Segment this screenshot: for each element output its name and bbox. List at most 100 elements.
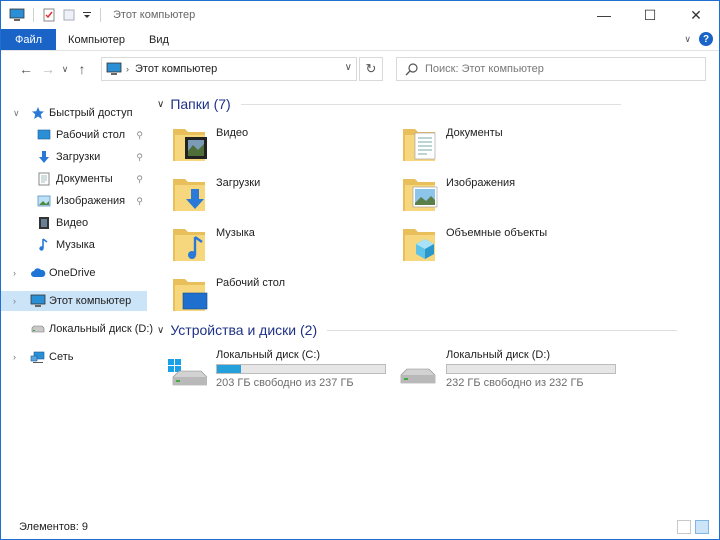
folder-item-3d-objects[interactable]: Объемные объекты (383, 221, 603, 267)
folder-label: Музыка (216, 227, 255, 239)
quick-access-toolbar (1, 8, 103, 22)
video-folder-icon (173, 129, 207, 161)
system-drive-icon (168, 359, 207, 386)
refresh-button[interactable]: ↻ (359, 57, 383, 81)
document-icon (38, 172, 50, 186)
help-button[interactable]: ? (699, 32, 713, 46)
sidebar-item-videos[interactable]: Видео (1, 213, 147, 233)
drive-item-d[interactable]: Локальный диск (D:) 232 ГБ свободно из 2… (383, 349, 616, 399)
back-button[interactable]: ← (15, 58, 37, 80)
sidebar-item-label: Документы (56, 173, 113, 185)
address-bar[interactable]: › Этот компьютер ∨ (101, 57, 357, 81)
sidebar-item-label: Загрузки (56, 151, 101, 163)
pin-icon: ⚲ (136, 129, 143, 140)
maximize-button[interactable]: ☐ (627, 1, 673, 29)
sidebar-item-quick-access[interactable]: ∨ Быстрый доступ (1, 103, 147, 123)
drive-usage-bar (446, 364, 616, 374)
chevron-down-icon[interactable]: ∨ (157, 325, 164, 336)
drive-label: Локальный диск (C:) (216, 349, 321, 361)
computer-icon (106, 62, 122, 75)
image-icon (37, 195, 51, 207)
navigation-bar: ← → ∨ ↑ › Этот компьютер ∨ ↻ Поиск: Этот… (1, 53, 719, 85)
drive-free-space: 232 ГБ свободно из 232 ГБ (446, 377, 584, 389)
sidebar-item-pictures[interactable]: Изображения ⚲ (1, 191, 147, 211)
address-dropdown-icon[interactable]: ∨ (345, 62, 352, 73)
star-icon (32, 107, 44, 119)
search-placeholder: Поиск: Этот компьютер (425, 63, 544, 75)
search-box[interactable]: Поиск: Этот компьютер (396, 57, 706, 81)
folder-label: Загрузки (216, 177, 261, 189)
sidebar-item-this-pc[interactable]: › Этот компьютер (1, 291, 147, 311)
chevron-down-icon[interactable]: ∨ (157, 99, 164, 110)
folder-item-pictures[interactable]: Изображения (383, 171, 603, 217)
music-icon (39, 238, 48, 251)
sidebar-item-label: Этот компьютер (49, 295, 132, 307)
properties-icon[interactable] (42, 8, 56, 22)
sidebar-item-downloads[interactable]: Загрузки ⚲ (1, 147, 147, 167)
tab-view[interactable]: Вид (137, 29, 181, 50)
download-icon (39, 151, 49, 163)
title-bar: Этот компьютер — ☐ ✕ (1, 1, 719, 29)
collapsed-chevron-icon[interactable]: › (13, 296, 16, 306)
folder-item-documents[interactable]: Документы (383, 121, 603, 167)
sidebar-item-drive-d[interactable]: Локальный диск (D:) (1, 319, 153, 339)
desktop-icon (37, 129, 51, 140)
drive-item-c[interactable]: Локальный диск (C:) 203 ГБ свободно из 2… (153, 349, 386, 399)
sidebar-item-documents[interactable]: Документы ⚲ (1, 169, 147, 189)
recent-locations-button[interactable]: ∨ (59, 58, 71, 80)
folders-group-header[interactable]: ∨ Папки (7) (157, 96, 717, 112)
customize-toolbar-icon[interactable] (82, 8, 92, 22)
up-button[interactable]: ↑ (71, 58, 93, 80)
sidebar-item-label: Быстрый доступ (49, 107, 133, 119)
sidebar-item-network[interactable]: › Сеть (1, 347, 147, 367)
folder-item-music[interactable]: Музыка (153, 221, 373, 267)
sidebar-item-desktop[interactable]: Рабочий стол ⚲ (1, 125, 147, 145)
sidebar-item-label: OneDrive (49, 267, 96, 279)
video-icon (39, 217, 49, 229)
drives-group-header[interactable]: ∨ Устройства и диски (2) (157, 322, 717, 338)
music-folder-icon (173, 229, 205, 261)
minimize-button[interactable]: — (581, 1, 627, 29)
large-icons-view-button[interactable] (695, 520, 709, 534)
expand-ribbon-icon[interactable]: ∨ (684, 34, 691, 45)
tab-file[interactable]: Файл (1, 29, 57, 50)
breadcrumb-chevron-icon[interactable]: › (126, 64, 129, 74)
folder-label: Документы (446, 127, 503, 139)
address-text[interactable]: Этот компьютер (135, 63, 217, 75)
collapsed-chevron-icon[interactable]: › (13, 352, 16, 362)
explorer-window: Этот компьютер — ☐ ✕ Файл Компьютер Вид … (0, 0, 720, 540)
sidebar-item-label: Музыка (56, 239, 95, 251)
pin-icon: ⚲ (136, 195, 143, 206)
folder-item-videos[interactable]: Видео (153, 121, 373, 167)
drive-usage-bar (216, 364, 386, 374)
navigation-pane: ∨ Быстрый доступ Рабочий стол ⚲ Загрузки… (1, 97, 153, 511)
folder-label: Рабочий стол (216, 277, 286, 289)
sidebar-item-label: Видео (56, 217, 89, 229)
sidebar-item-music[interactable]: Музыка (1, 235, 147, 255)
tab-computer[interactable]: Компьютер (56, 29, 137, 50)
drive-usage-fill (217, 365, 241, 373)
collapsed-chevron-icon[interactable]: › (13, 268, 16, 278)
expanded-chevron-icon[interactable]: ∨ (13, 108, 20, 119)
folder-item-desktop[interactable]: Рабочий стол (153, 271, 373, 317)
forward-button[interactable]: → (37, 58, 59, 80)
network-icon (30, 351, 45, 363)
group-title: Папки (7) (170, 96, 231, 112)
ribbon-tabs: Файл Компьютер Вид ∨ ? (1, 29, 719, 51)
window-title: Этот компьютер (113, 9, 196, 21)
cloud-icon (31, 268, 46, 277)
drive-free-space: 203 ГБ свободно из 237 ГБ (216, 377, 354, 389)
sidebar-item-label: Рабочий стол (56, 129, 126, 141)
details-view-button[interactable] (677, 520, 691, 534)
item-count: Элементов: 9 (19, 521, 88, 533)
computer-icon (9, 8, 25, 21)
folder-label: Изображения (446, 177, 516, 189)
folder-item-downloads[interactable]: Загрузки (153, 171, 373, 217)
pin-icon: ⚲ (136, 151, 143, 162)
pictures-folder-icon (403, 179, 438, 211)
3d-objects-folder-icon (403, 229, 435, 261)
close-button[interactable]: ✕ (673, 1, 719, 29)
computer-icon (30, 294, 46, 307)
sidebar-item-onedrive[interactable]: › OneDrive (1, 263, 147, 283)
new-folder-icon[interactable] (62, 8, 76, 22)
